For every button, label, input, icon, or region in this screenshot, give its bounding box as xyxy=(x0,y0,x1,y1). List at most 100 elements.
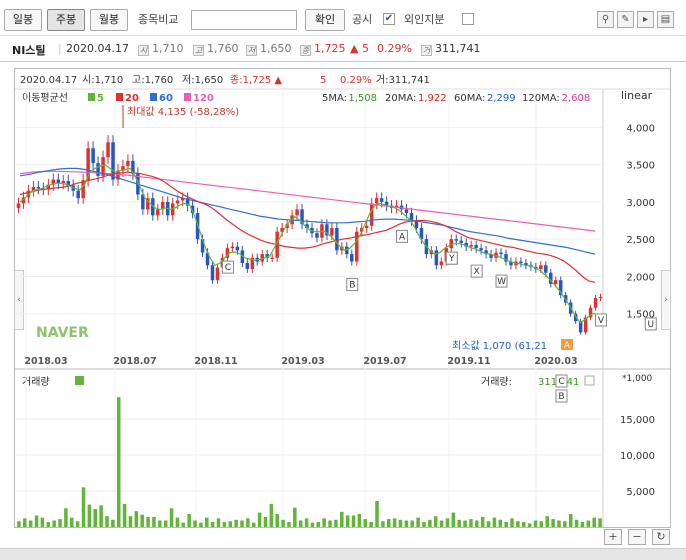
volume-bar xyxy=(158,520,162,527)
volume-bar xyxy=(58,519,62,527)
volume-bar xyxy=(340,511,344,527)
candle-body xyxy=(81,180,85,199)
volume-bar xyxy=(551,519,555,527)
volume-bar xyxy=(580,521,585,527)
candle-body xyxy=(369,203,374,226)
candle-body xyxy=(91,148,95,164)
header-open: 시:1,710 xyxy=(82,74,123,86)
volume-bar xyxy=(116,397,121,527)
candle-body xyxy=(404,209,409,214)
candle-body xyxy=(459,240,463,243)
volume-bar xyxy=(281,519,285,527)
candle-body xyxy=(245,263,250,269)
volume-bar xyxy=(504,521,508,527)
volume-bar xyxy=(293,507,297,527)
naver-watermark: NAVER xyxy=(36,325,89,341)
volume-bar xyxy=(586,520,591,527)
ma-value: 2,299 xyxy=(487,93,516,104)
volume-bar xyxy=(521,521,526,527)
ma-legend-swatch xyxy=(184,93,191,101)
volume-bar xyxy=(357,514,362,527)
header-volume: 거:311,741 xyxy=(376,74,430,86)
x-tick-label: 2018.11 xyxy=(194,356,237,367)
volume-tick-label: 15,000 xyxy=(620,415,655,426)
volume-bar xyxy=(64,508,68,527)
candle-body xyxy=(106,142,110,158)
volume-bar xyxy=(404,520,409,527)
volume-bar xyxy=(316,521,321,527)
candle-body xyxy=(295,209,299,216)
x-tick-label: 2020.03 xyxy=(534,356,577,367)
candle-body xyxy=(439,261,444,266)
x-tick-label: 2019.03 xyxy=(281,356,324,367)
volume-bar xyxy=(369,521,373,527)
volume-bar xyxy=(75,521,80,527)
volume-bar xyxy=(234,519,238,527)
ma-title: 이동평균선 xyxy=(22,92,68,104)
volume-bar xyxy=(416,517,420,527)
candle-body xyxy=(330,228,334,236)
volume-bar xyxy=(52,520,56,527)
zoom-in-icon[interactable]: + xyxy=(604,529,622,545)
zoom-out-icon[interactable]: − xyxy=(628,529,646,545)
candle-body xyxy=(235,246,240,251)
volume-bar xyxy=(34,515,39,527)
ma-value: 1,508 xyxy=(348,93,377,104)
candle-body xyxy=(320,224,324,238)
volume-bar xyxy=(469,519,473,527)
volume-bar xyxy=(328,520,332,527)
candle-body xyxy=(16,203,21,208)
volume-bar xyxy=(527,523,532,527)
volume-bar xyxy=(240,520,244,527)
volume-bar xyxy=(574,519,579,527)
event-marker-label: X xyxy=(474,267,480,277)
x-tick-label: 2019.11 xyxy=(447,356,490,367)
volume-bar xyxy=(386,519,391,527)
volume-bar xyxy=(563,521,567,527)
volume-bar xyxy=(134,511,139,527)
candle-body xyxy=(210,265,215,281)
refresh-icon[interactable]: ↻ xyxy=(652,529,670,545)
volume-bar xyxy=(269,503,274,527)
candle-body xyxy=(364,225,369,228)
volume-bar xyxy=(439,520,444,527)
candle-body xyxy=(598,296,603,299)
volume-bar xyxy=(592,517,596,527)
min-label: 최소값 1,070 (61,21 xyxy=(452,340,547,352)
volume-bar xyxy=(410,520,414,527)
ma-legend-label: 5 xyxy=(97,93,104,104)
volume-bar xyxy=(375,501,379,527)
candle-body xyxy=(335,228,339,251)
volume-bar xyxy=(381,521,385,527)
candle-body xyxy=(230,246,235,249)
ma-legend-label: 60 xyxy=(159,93,173,104)
ma-legend-swatch xyxy=(150,93,157,101)
volume-bar xyxy=(445,518,450,527)
header-close: 종:1,725 ▲ xyxy=(230,74,282,86)
volume-bar xyxy=(246,518,250,527)
volume-bar xyxy=(545,516,549,527)
candle-body xyxy=(61,181,65,184)
ma-value: 2,608 xyxy=(562,93,591,104)
volume-bar xyxy=(275,514,279,527)
candle-body xyxy=(554,280,558,284)
candle-body xyxy=(270,257,274,259)
volume-bar xyxy=(40,517,45,527)
candle-body xyxy=(499,252,503,255)
candle-body xyxy=(156,209,160,216)
candle-body xyxy=(593,298,598,308)
candle-body xyxy=(379,198,384,202)
volume-bar xyxy=(304,518,309,527)
volume-bar xyxy=(257,512,262,527)
volume-close-icon xyxy=(584,375,595,386)
candle-body xyxy=(519,261,523,264)
volume-bar xyxy=(70,517,74,527)
candle-body xyxy=(96,163,100,176)
stock-chart[interactable]: 2020.04.17 시:1,710 고:1,760 저:1,650 종:1,7… xyxy=(0,0,686,560)
volume-bar xyxy=(539,521,544,527)
volume-event-marker-label: C xyxy=(558,377,564,387)
volume-bar xyxy=(334,519,338,527)
volume-bar xyxy=(322,518,326,527)
scale-label[interactable]: linear xyxy=(621,89,653,102)
volume-bar xyxy=(169,508,174,527)
